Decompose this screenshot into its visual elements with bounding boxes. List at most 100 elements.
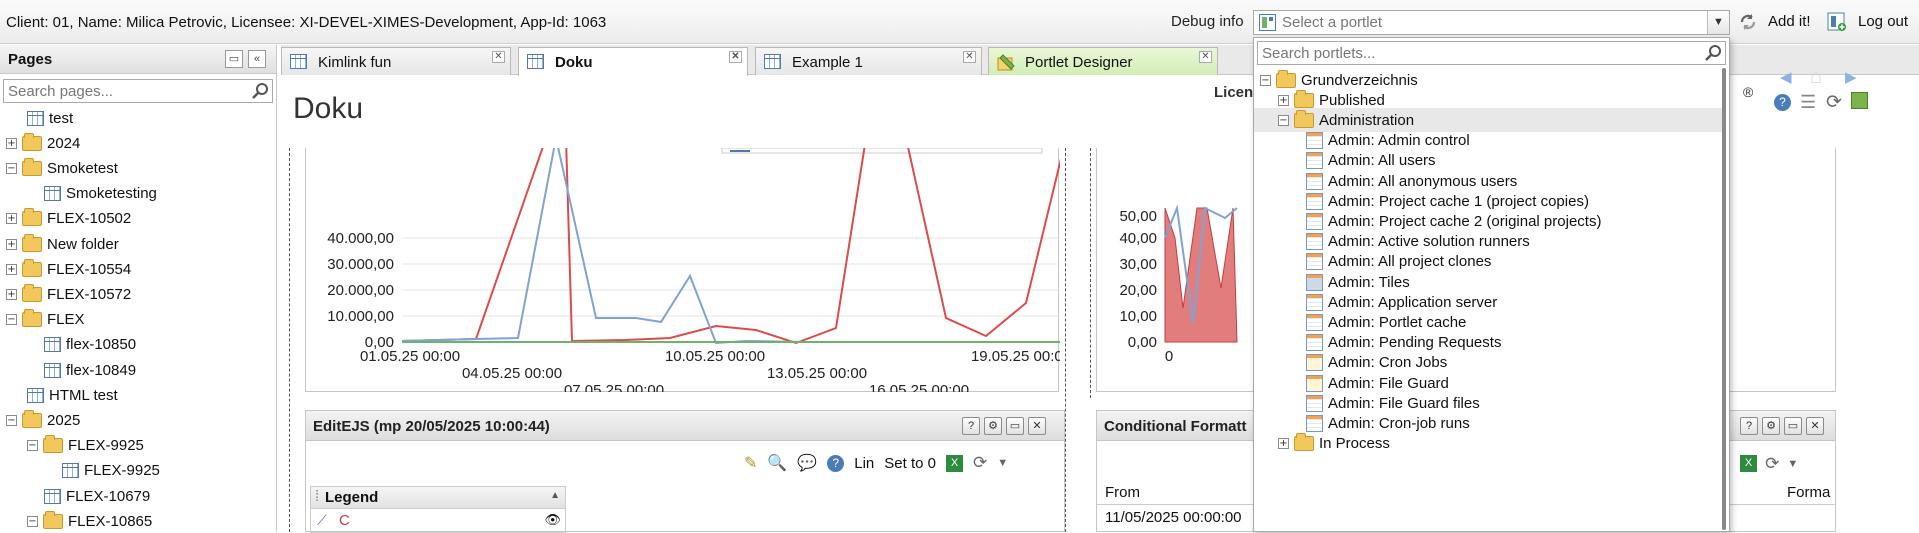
logout-button[interactable]: Log out — [1858, 13, 1908, 30]
table-cell[interactable]: 11/05/2025 00:00:00 — [1105, 509, 1242, 526]
info-icon[interactable]: ? — [827, 454, 845, 472]
tree-folder[interactable]: + FLEX-10554 — [6, 258, 131, 280]
close-icon[interactable]: ✕ — [1028, 417, 1046, 435]
add-it-button[interactable]: Add it! — [1768, 13, 1811, 30]
collapse-icon[interactable]: − — [27, 440, 38, 452]
tree-page[interactable]: flex-10849 — [44, 359, 136, 381]
portlet-icon — [1306, 192, 1323, 210]
set-to-zero-button[interactable]: Set to 0 — [884, 455, 936, 472]
add-portlet-icon[interactable] — [1827, 12, 1847, 32]
pages-search-input[interactable]: Search pages... — [3, 79, 273, 103]
tree-folder[interactable]: + New folder — [6, 233, 119, 255]
close-icon[interactable]: ✕ — [492, 51, 505, 63]
zoom-icon[interactable]: 🔍 — [767, 453, 787, 473]
excel-icon[interactable]: X — [945, 454, 963, 472]
debug-info-link[interactable]: Debug info — [1171, 13, 1244, 30]
tree-page[interactable]: test — [27, 107, 73, 129]
close-icon[interactable]: ✕ — [963, 51, 976, 63]
settings-icon[interactable]: ⚙ — [1762, 417, 1780, 435]
refresh-icon[interactable]: ⟳ — [1765, 454, 1779, 474]
home-icon[interactable]: ⌂ — [1810, 66, 1822, 89]
page-icon — [290, 54, 307, 69]
portlet-select[interactable]: Select a portlet ▼ — [1253, 10, 1730, 35]
maximize-icon[interactable]: ▭ — [1006, 417, 1024, 435]
tree-folder[interactable]: +2024 — [6, 132, 80, 154]
comment-icon[interactable]: 💬 — [797, 453, 817, 473]
chevron-down-icon[interactable]: ▼ — [1787, 458, 1798, 470]
excel-icon[interactable]: X — [1740, 455, 1758, 472]
folder-icon — [22, 409, 42, 428]
folder-icon — [1294, 109, 1314, 128]
drag-handle-icon[interactable]: ⁞ — [315, 488, 319, 505]
expand-icon[interactable]: + — [6, 238, 17, 250]
help-icon[interactable]: ? — [962, 417, 980, 435]
close-icon[interactable]: ✕ — [1806, 417, 1824, 435]
collapse-sidebar-icon[interactable]: « — [248, 50, 266, 68]
maximize-icon[interactable]: ▭ — [225, 50, 243, 68]
sort-up-icon[interactable]: ▲ — [550, 490, 560, 501]
x-tick: 07.05.25 00:00 — [564, 382, 664, 392]
portlet-search-input[interactable]: Search portlets... — [1257, 41, 1726, 65]
tree-folder[interactable]: − 2025 — [6, 409, 80, 431]
collapse-icon[interactable]: − — [1260, 74, 1271, 86]
refresh-icon[interactable]: ⟳ — [1826, 91, 1842, 114]
tree-page[interactable]: flex-10850 — [44, 334, 136, 356]
help-icon[interactable]: ? — [1774, 94, 1791, 111]
tree-page[interactable]: FLEX-9925 — [62, 460, 160, 482]
expand-icon[interactable]: + — [6, 288, 17, 300]
tree-folder[interactable]: − FLEX-9925 — [27, 435, 144, 457]
menu-icon[interactable]: ☰ — [1800, 92, 1816, 113]
edit-icon[interactable]: ✎ — [744, 453, 757, 473]
lin-toggle[interactable]: Lin — [854, 455, 874, 472]
search-icon[interactable] — [1704, 44, 1722, 62]
tab-portlet-designer[interactable]: Portlet Designer ✕ — [988, 47, 1218, 75]
portlet-label: Admin: Tiles — [1328, 273, 1410, 291]
chevron-down-icon[interactable]: ▼ — [1707, 11, 1729, 34]
search-icon[interactable] — [251, 82, 269, 100]
maximize-icon[interactable]: ▭ — [1784, 417, 1802, 435]
expand-icon[interactable]: + — [6, 263, 17, 275]
tree-page[interactable]: FLEX-10679 — [44, 485, 150, 507]
expand-icon[interactable]: + — [1278, 94, 1289, 106]
portlet-label: Published — [1319, 91, 1385, 109]
column-header-forma[interactable]: Forma — [1787, 484, 1830, 501]
scrollbar[interactable] — [1722, 68, 1726, 530]
tree-label: FLEX-10865 — [68, 512, 153, 530]
expand-icon[interactable]: + — [1278, 438, 1289, 450]
tree-page[interactable]: HTML test — [27, 384, 118, 406]
close-icon[interactable]: ✕ — [1199, 51, 1212, 63]
tab-example-1[interactable]: Example 1 ✕ — [755, 47, 982, 75]
portlet-label: Admin: Cron Jobs — [1328, 354, 1448, 372]
tree-folder[interactable]: + FLEX-10572 — [6, 283, 131, 305]
help-icon[interactable]: ? — [1740, 417, 1758, 435]
collapse-icon[interactable]: − — [6, 414, 17, 426]
settings-icon[interactable]: ⚙ — [984, 417, 1002, 435]
refresh-icon[interactable]: ⟳ — [973, 453, 987, 473]
tree-folder[interactable]: − Smoketest — [6, 157, 118, 179]
refresh-icon[interactable] — [1738, 12, 1758, 32]
portlet-folder[interactable]: + In Process — [1254, 432, 1724, 456]
tree-page[interactable]: Smoketesting — [44, 183, 157, 205]
expand-icon[interactable]: + — [6, 137, 17, 149]
column-header-from[interactable]: From — [1105, 484, 1140, 501]
collapse-icon[interactable]: − — [1278, 114, 1289, 126]
x-tick: 19.05.25 00:00 — [971, 348, 1060, 365]
tree-folder[interactable]: − FLEX-10865 — [27, 510, 152, 532]
portlet-label: Grundverzeichnis — [1301, 71, 1418, 89]
visibility-eye-icon[interactable]: 👁 — [544, 512, 561, 528]
export-icon[interactable] — [1851, 92, 1868, 109]
forward-arrow-icon[interactable]: ▶ — [1845, 68, 1857, 86]
tree-folder[interactable]: + FLEX-10502 — [6, 208, 131, 230]
collapse-icon[interactable]: − — [27, 515, 38, 527]
collapse-icon[interactable]: − — [6, 162, 17, 174]
page-icon — [764, 54, 781, 69]
back-arrow-icon[interactable]: ◀ — [1780, 68, 1792, 86]
tree-folder[interactable]: − FLEX — [6, 309, 85, 331]
collapse-icon[interactable]: − — [6, 314, 17, 326]
chevron-down-icon[interactable]: ▼ — [997, 457, 1008, 469]
expand-icon[interactable]: + — [6, 213, 17, 225]
tab-doku[interactable]: Doku ✕ — [518, 47, 748, 76]
tab-kimlink-fun[interactable]: Kimlink fun ✕ — [281, 47, 511, 75]
tree-label: FLEX-10554 — [47, 260, 132, 278]
close-icon[interactable]: ✕ — [729, 51, 742, 63]
